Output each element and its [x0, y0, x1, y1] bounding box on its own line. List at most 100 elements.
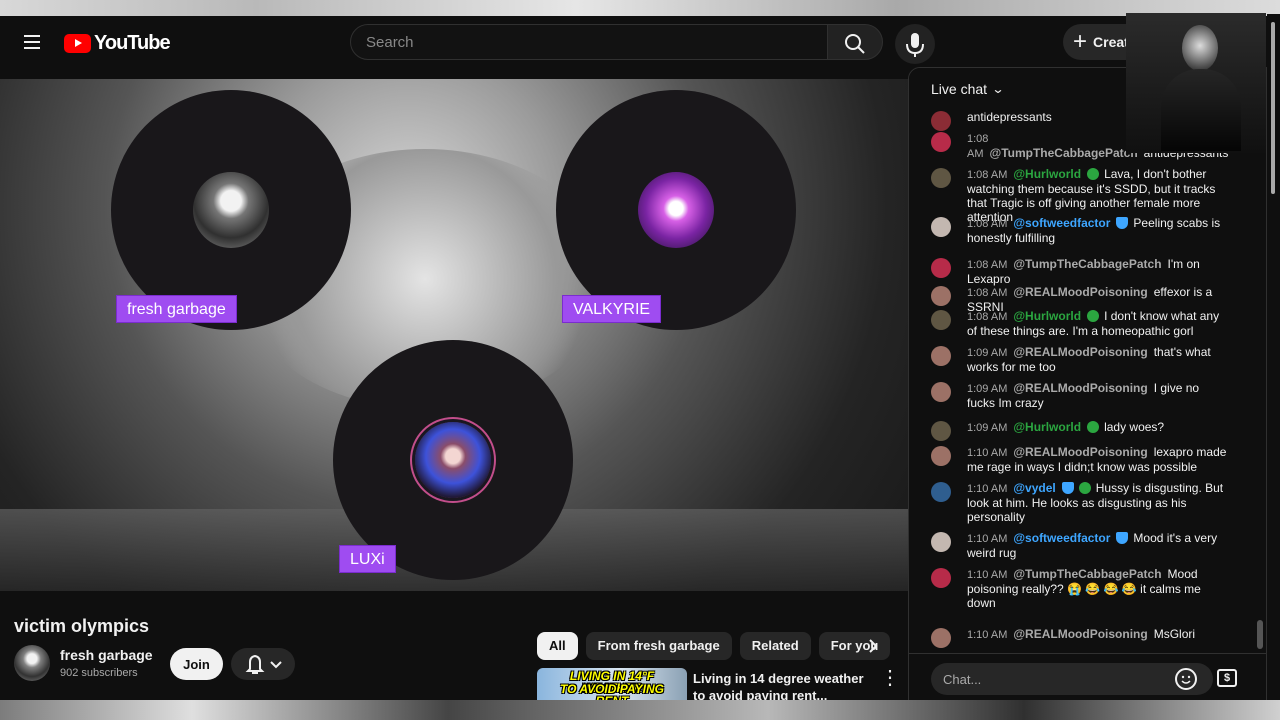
message-time: 1:08 AM [967, 218, 1008, 230]
message-author[interactable]: @REALMoodPoisoning [1013, 381, 1147, 395]
live-chat-title: Live chat [931, 81, 988, 97]
message-author[interactable]: @Hurlworld [1013, 167, 1081, 181]
message-text: MsGlori [1153, 627, 1196, 641]
avatar [931, 111, 951, 131]
chat-message: 1:09 AM @REALMoodPoisoning I give no fucks… [931, 381, 1227, 410]
avatar [931, 258, 951, 278]
youtube-play-icon [64, 34, 91, 53]
verified-badge-icon [1061, 482, 1074, 494]
youtube-logo[interactable]: YouTube [64, 32, 171, 55]
super-chat-icon[interactable]: $ [1217, 669, 1237, 687]
plus-icon: + [1073, 28, 1088, 55]
message-time: 1:10 AM [967, 569, 1008, 581]
voice-search-button[interactable] [895, 24, 935, 64]
participant-name-tag: fresh garbage [116, 295, 237, 323]
participant-disc-fresh-garbage [111, 90, 351, 330]
subscriber-count: 902 subscribers [60, 667, 138, 679]
chat-message: 1:09 AM @Hurlworld lady woes? [931, 420, 1227, 441]
youtube-logo-text: YouTube [94, 32, 171, 54]
chat-message: 1:08 AM @TumpTheCabbagePatch I'm on Lexapr… [931, 257, 1227, 286]
search-input[interactable] [351, 25, 827, 59]
message-author[interactable]: @REALMoodPoisoning [1013, 445, 1147, 459]
live-video-player[interactable]: fresh garbage VALKYRIE LUXi [0, 79, 908, 591]
chevron-right-icon[interactable] [864, 637, 882, 655]
join-button[interactable]: Join [170, 648, 223, 680]
bottom-desktop-strip [0, 700, 1280, 720]
chevron-down-icon: ⌄ [991, 82, 1005, 96]
search-button[interactable] [827, 24, 883, 60]
message-time: 1:08 AM [967, 259, 1008, 271]
participant-disc-luxi [333, 340, 573, 580]
chat-message: 1:08 AM @softweedfactor Peeling scabs is h… [931, 216, 1227, 245]
avatar [931, 346, 951, 366]
verified-badge-icon [1116, 532, 1129, 544]
message-author[interactable]: @softweedfactor [1013, 531, 1110, 545]
more-vertical-icon[interactable]: ⋮ [880, 668, 900, 690]
message-text: antidepressants [967, 110, 1052, 124]
channel-name[interactable]: fresh garbage [60, 647, 153, 663]
message-author[interactable]: @TumpTheCabbagePatch [990, 146, 1138, 160]
bell-icon [245, 654, 282, 674]
message-author[interactable]: @REALMoodPoisoning [1013, 285, 1147, 299]
search-box[interactable] [350, 24, 828, 60]
message-author[interactable]: @TumpTheCabbagePatch [1013, 257, 1161, 271]
member-badge-icon [1087, 168, 1100, 180]
message-author[interactable]: @TumpTheCabbagePatch [1013, 567, 1161, 581]
participant-name-tag: VALKYRIE [562, 295, 662, 323]
avatar [931, 532, 951, 552]
avatar [931, 568, 951, 588]
message-time: 1:09 AM [967, 383, 1008, 395]
video-title: victim olympics [14, 616, 150, 636]
chat-message: 1:08 AM @Hurlworld I don't know what any o… [931, 309, 1227, 338]
search-icon [845, 34, 865, 54]
humpty-dumpty-avatar [193, 172, 269, 248]
member-badge-icon [1078, 482, 1091, 494]
chevron-down-icon [270, 661, 282, 669]
message-time: 1:08 AM [967, 287, 1008, 299]
message-author[interactable]: @REALMoodPoisoning [1013, 627, 1147, 641]
avatar [931, 628, 951, 648]
purple-anime-avatar [638, 172, 714, 248]
top-desktop-strip [0, 0, 1280, 16]
avatar [931, 168, 951, 188]
live-chat-panel: Live chat ⌄ antidepressants 1:08 AM @Tump… [908, 67, 1267, 703]
message-author[interactable]: @Hurlworld [1013, 420, 1081, 434]
emoji-icon[interactable] [1175, 668, 1197, 690]
avatar [931, 217, 951, 237]
message-time: 1:10 AM [967, 629, 1008, 641]
message-author[interactable]: @vydel [1013, 481, 1055, 495]
chip-all[interactable]: All [537, 632, 578, 660]
message-time: 1:08 AM [967, 311, 1008, 323]
chip-related[interactable]: Related [739, 632, 811, 660]
microphone-icon [906, 33, 924, 57]
message-time: 1:09 AM [967, 422, 1008, 434]
avatar [931, 132, 951, 152]
chat-message: 1:10 AM @softweedfactor Mood it's a very w… [931, 531, 1227, 560]
chat-scrollbar[interactable] [1257, 620, 1263, 649]
message-time: 1:10 AM [967, 447, 1008, 459]
youtube-live-watch-page: YouTube + Creat fresh garbage VALKYRIE L… [0, 0, 1280, 720]
member-badge-icon [1087, 421, 1100, 433]
hamburger-menu-icon[interactable] [24, 35, 40, 49]
avatar [931, 482, 951, 502]
page-scrollbar[interactable] [1267, 14, 1280, 720]
member-badge-icon [1087, 310, 1100, 322]
message-author[interactable]: @softweedfactor [1013, 216, 1110, 230]
message-time: 1:08 AM [967, 169, 1008, 181]
avatar [931, 421, 951, 441]
message-author[interactable]: @Hurlworld [1013, 309, 1081, 323]
chat-input-area: $ [909, 653, 1266, 702]
avatar [931, 446, 951, 466]
message-author[interactable]: @REALMoodPoisoning [1013, 345, 1147, 359]
channel-avatar[interactable] [14, 645, 50, 681]
message-time: 1:10 AM [967, 533, 1008, 545]
chat-message: 1:10 AM @REALMoodPoisoning lexapro made me… [931, 445, 1227, 474]
verified-badge-icon [1116, 217, 1129, 229]
chat-input[interactable] [931, 663, 1213, 695]
chat-message: 1:10 AM @TumpTheCabbagePatch Mood poisonin… [931, 567, 1227, 610]
chip-from-fresh-garbage[interactable]: From fresh garbage [585, 632, 732, 660]
notification-bell-button[interactable] [231, 648, 295, 680]
message-time: 1:10 AM [967, 483, 1008, 495]
participant-name-tag: LUXi [339, 545, 396, 573]
chat-message: 1:10 AM @vydel Hussy is disgusting. But lo… [931, 481, 1227, 524]
